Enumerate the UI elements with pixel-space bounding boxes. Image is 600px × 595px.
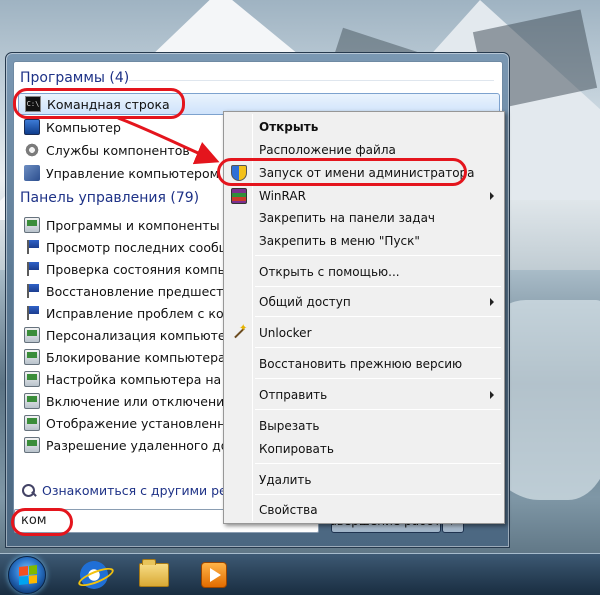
windows-logo-icon xyxy=(19,565,37,585)
media-player-icon xyxy=(201,562,227,588)
internet-explorer-icon xyxy=(80,561,108,589)
start-button[interactable] xyxy=(8,556,46,594)
folder-icon xyxy=(139,559,169,587)
annotation-arrow xyxy=(117,116,220,165)
taskbar-file-explorer[interactable] xyxy=(131,557,177,593)
taskbar-media-player[interactable] xyxy=(191,557,237,593)
taskbar-internet-explorer[interactable] xyxy=(71,557,117,593)
